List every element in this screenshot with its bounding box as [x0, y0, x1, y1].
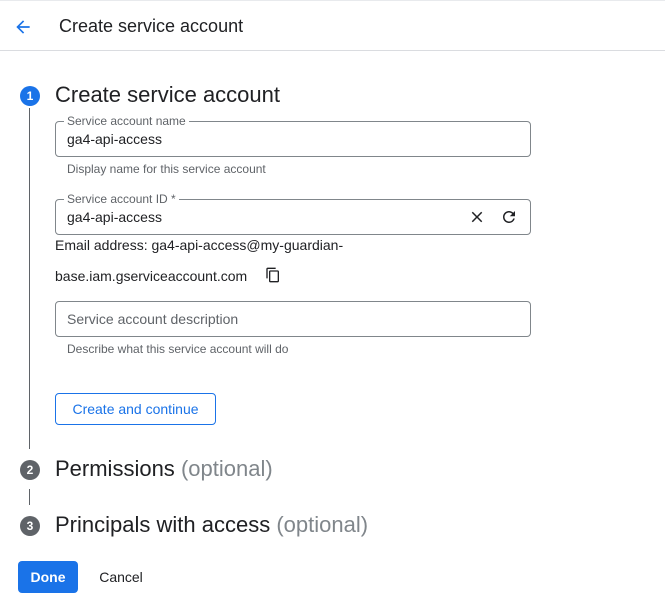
service-account-name-hint: Display name for this service account	[67, 162, 266, 176]
email-address-line1: Email address: ga4-api-access@my-guardia…	[55, 237, 344, 253]
step-2-optional: (optional)	[180, 456, 273, 481]
service-account-name-value[interactable]: ga4-api-access	[67, 131, 162, 147]
cancel-button[interactable]: Cancel	[90, 561, 152, 593]
service-account-id-label: Service account ID *	[64, 192, 179, 206]
step-3-label: Principals with access	[55, 512, 271, 537]
service-account-id-value[interactable]: ga4-api-access	[67, 209, 162, 225]
step-1-indicator: 1	[20, 86, 40, 106]
step-1-title: Create service account	[55, 82, 280, 107]
create-and-continue-button[interactable]: Create and continue	[55, 393, 216, 425]
step-3-optional: (optional)	[276, 512, 369, 537]
regenerate-id-button[interactable]	[498, 206, 520, 228]
page-header: Create service account	[0, 0, 665, 51]
page-title: Create service account	[59, 16, 244, 36]
service-account-name-label: Service account name	[64, 114, 189, 128]
step-connector-2	[29, 489, 30, 505]
step-2-indicator: 2	[20, 460, 40, 480]
copy-email-button[interactable]	[262, 264, 284, 286]
step-2-label: Permissions	[55, 456, 175, 481]
step-2-title[interactable]: Permissions (optional)	[55, 456, 273, 482]
close-icon	[471, 211, 483, 223]
step-3-title[interactable]: Principals with access (optional)	[55, 512, 368, 538]
arrow-back-icon	[16, 20, 30, 34]
done-button[interactable]: Done	[18, 561, 78, 593]
clear-id-button[interactable]	[466, 206, 488, 228]
step-connector-1	[29, 108, 30, 449]
service-account-id-field[interactable]: Service account ID * ga4-api-access	[55, 192, 531, 235]
email-address-line2: base.iam.gserviceaccount.com	[55, 268, 248, 284]
refresh-icon	[503, 211, 515, 223]
step-3-indicator: 3	[20, 516, 40, 536]
service-account-description-placeholder[interactable]: Service account description	[67, 311, 238, 327]
service-account-name-field[interactable]: Service account name ga4-api-access	[55, 114, 531, 157]
service-account-description-field[interactable]: Service account description	[55, 301, 531, 337]
back-button[interactable]	[10, 14, 36, 40]
copy-icon	[266, 267, 279, 283]
service-account-description-hint: Describe what this service account will …	[67, 342, 289, 356]
